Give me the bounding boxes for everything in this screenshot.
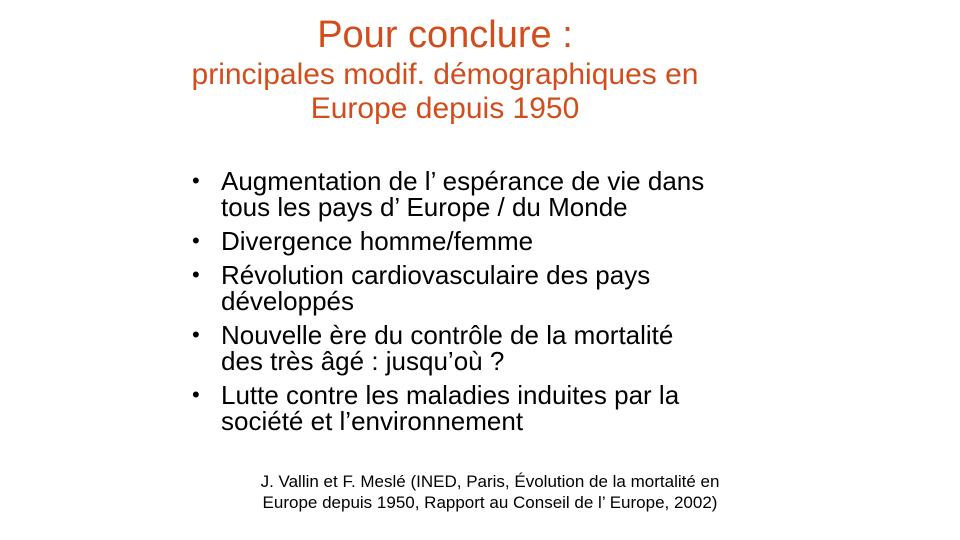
bullet-icon: • xyxy=(192,322,200,347)
bullet-icon: • xyxy=(192,262,200,287)
bullet-item-life-expectancy: • Augmentation de l’ espérance de vie da… xyxy=(192,168,792,220)
citation: J. Vallin et F. Meslé (INED, Paris, Évol… xyxy=(200,471,780,513)
bullet-item-cardiovascular: • Révolution cardiovasculaire des pays d… xyxy=(192,262,792,314)
citation-line-2: Europe depuis 1950, Rapport au Conseil d… xyxy=(262,493,718,512)
title-main: Pour conclure : xyxy=(317,14,573,56)
bullet-text-line: développés xyxy=(221,286,354,316)
bullet-text-line: des très âgé : jusqu’où ? xyxy=(221,346,505,376)
bullet-item-society-diseases: • Lutte contre les maladies induites par… xyxy=(192,382,792,434)
slide-title: Pour conclure : principales modif. démog… xyxy=(100,12,790,126)
bullet-text-line: Lutte contre les maladies induites par l… xyxy=(221,380,680,410)
bullet-text-line: société et l’environnement xyxy=(221,406,524,436)
bullet-item-divergence: • Divergence homme/femme xyxy=(192,228,792,254)
bullet-icon: • xyxy=(192,228,200,253)
bullet-icon: • xyxy=(192,168,200,193)
bullet-text-line: Révolution cardiovasculaire des pays xyxy=(221,260,651,290)
slide: Pour conclure : principales modif. démog… xyxy=(0,0,960,540)
bullet-text-line: Divergence homme/femme xyxy=(221,226,534,256)
bullet-item-elderly-mortality: • Nouvelle ère du contrôle de la mortali… xyxy=(192,322,792,374)
bullet-text-line: Augmentation de l’ espérance de vie dans xyxy=(221,166,705,196)
bullet-list: • Augmentation de l’ espérance de vie da… xyxy=(192,168,792,442)
title-subtitle-line-2: Europe depuis 1950 xyxy=(310,92,580,125)
bullet-text-line: Nouvelle ère du contrôle de la mortalité xyxy=(221,320,674,350)
citation-line-1: J. Vallin et F. Meslé (INED, Paris, Évol… xyxy=(260,472,720,491)
title-subtitle-line-1: principales modif. démographiques en xyxy=(191,58,699,91)
bullet-icon: • xyxy=(192,382,200,407)
bullet-text-line: tous les pays d’ Europe / du Monde xyxy=(221,192,628,222)
